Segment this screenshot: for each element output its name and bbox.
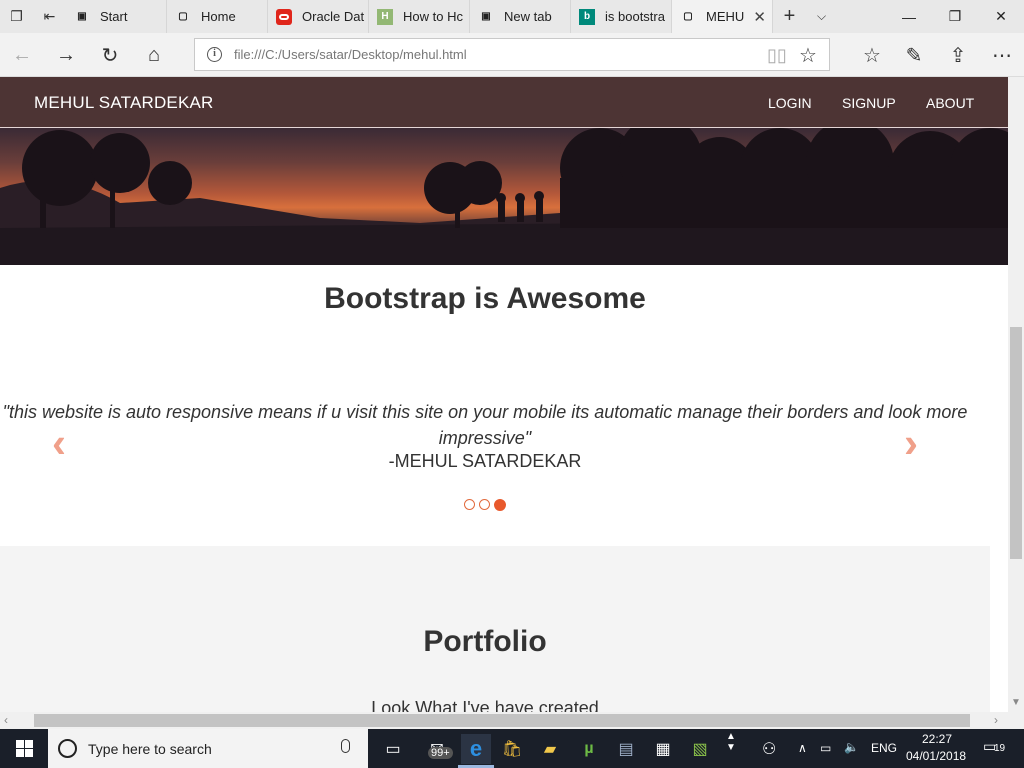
portfolio-section: Portfolio Look What I've have created [0, 546, 990, 712]
address-bar[interactable]: i file:///C:/Users/satar/Desktop/mehul.h… [194, 38, 830, 71]
utorrent-icon[interactable]: µ [574, 734, 604, 764]
tab-bing[interactable]: b is bootstra [571, 0, 672, 33]
tab-mehul-active[interactable]: ▢ MEHU ✕ [672, 0, 773, 33]
more-menu-icon[interactable]: ⋯ [988, 41, 1016, 69]
people-icon[interactable]: ⚇ [762, 739, 776, 759]
language-indicator[interactable]: ENG [871, 741, 897, 755]
new-tab-icon[interactable]: + [773, 0, 806, 33]
tab-label: Oracle Dat [302, 9, 365, 24]
cortana-icon [58, 739, 77, 758]
task-view-icon[interactable]: ▭ [378, 734, 408, 764]
scroll-right-icon[interactable]: › [994, 713, 998, 727]
browser-tab-strip: ❐ ⇤ ▣ Start ▢ Home Oracle Dat H How to H… [0, 0, 1024, 33]
nav-login-link[interactable]: LOGIN [768, 95, 812, 111]
hero-banner-image [0, 128, 1008, 265]
pen-icon[interactable]: ✎ [900, 41, 928, 69]
carousel-heading: Bootstrap is Awesome [324, 282, 646, 315]
mail-badge: 99+ [428, 747, 453, 759]
tab-previews-icon[interactable]: ❐ [0, 0, 33, 33]
file-explorer-icon[interactable]: ▰ [535, 734, 565, 764]
chevron-down-icon[interactable]: ⌵ [805, 0, 838, 33]
tab-label: New tab [504, 9, 552, 24]
site-navbar: MEHUL SATARDEKAR LOGIN SIGNUP ABOUT [0, 77, 1008, 128]
windows-logo-icon [15, 740, 33, 757]
nav-signup-link[interactable]: SIGNUP [842, 95, 896, 111]
tab-label: Home [201, 9, 236, 24]
wikihow-icon: H [377, 8, 393, 25]
scrollbar-thumb[interactable] [1010, 327, 1022, 559]
microphone-icon[interactable] [341, 739, 350, 753]
tab-oracle[interactable]: Oracle Dat [268, 0, 369, 33]
nav-about-link[interactable]: ABOUT [926, 95, 974, 111]
horizontal-scrollbar[interactable]: ‹ › [0, 712, 1024, 729]
tab-wikihow[interactable]: H How to Hc [369, 0, 470, 33]
volume-icon[interactable]: 🔈 [844, 740, 859, 754]
tab-label: How to Hc [403, 9, 463, 24]
page-icon: ▣ [481, 11, 491, 22]
carousel-indicator-dot[interactable] [494, 499, 506, 511]
set-tabs-aside-icon[interactable]: ⇤ [33, 0, 66, 33]
taskbar-scroll-icon[interactable]: ▲ ▼ [726, 731, 736, 753]
windows-start-button[interactable] [0, 729, 48, 768]
notification-count: 19 [994, 743, 1006, 754]
minimize-icon[interactable]: — [886, 0, 932, 33]
clock-time[interactable]: 22:27 [922, 732, 952, 746]
scrollbar-thumb[interactable] [34, 714, 970, 727]
sunset-silhouette-image [0, 128, 1008, 265]
url-text: file:///C:/Users/satar/Desktop/mehul.htm… [234, 47, 467, 62]
close-window-icon[interactable]: ✕ [978, 0, 1024, 33]
home-icon[interactable]: ⌂ [140, 41, 168, 69]
forward-arrow-icon[interactable]: → [52, 41, 80, 69]
search-placeholder: Type here to search [88, 741, 212, 757]
windows-taskbar: Type here to search ▭ ✉ 99+ e 🛍 ▰ µ ▤ ▦ … [0, 729, 1024, 768]
carousel-indicator-dot[interactable] [464, 499, 475, 510]
back-arrow-icon[interactable]: ← [8, 41, 36, 69]
page-icon: ▢ [683, 11, 693, 22]
vertical-scrollbar[interactable]: ▼ [1008, 77, 1024, 712]
tab-new-tab[interactable]: ▣ New tab [470, 0, 571, 33]
share-icon[interactable]: ⇪ [944, 41, 972, 69]
store-icon[interactable]: 🛍 [497, 734, 527, 764]
page-icon: ▢ [178, 11, 188, 22]
bing-icon: b [579, 8, 595, 25]
scroll-down-icon[interactable]: ▼ [1011, 697, 1021, 708]
tab-home[interactable]: ▢ Home [167, 0, 268, 33]
info-icon[interactable]: i [207, 47, 222, 62]
network-icon[interactable]: ▭ [820, 741, 831, 755]
tab-label: is bootstra [605, 9, 665, 24]
tab-label: MEHU [706, 9, 745, 24]
tab-start[interactable]: ▣ Start [66, 0, 167, 33]
calculator-icon[interactable]: ▦ [648, 734, 678, 764]
scroll-left-icon[interactable]: ‹ [4, 713, 8, 727]
carousel-quote: "this website is auto responsive means i… [2, 402, 968, 448]
refresh-icon[interactable]: ↻ [96, 41, 124, 69]
web-page: MEHUL SATARDEKAR LOGIN SIGNUP ABOUT Boot… [0, 77, 1008, 712]
favorite-star-icon[interactable]: ☆ [799, 43, 817, 68]
close-tab-icon[interactable]: ✕ [753, 8, 766, 26]
taskbar-search-box[interactable]: Type here to search [48, 729, 368, 768]
portfolio-subtitle: Look What I've have created [371, 698, 599, 712]
restore-icon[interactable]: ❐ [932, 0, 978, 33]
oracle-icon [276, 8, 292, 25]
reading-view-icon[interactable]: ▯▯ [767, 45, 787, 66]
chart-app-icon[interactable]: ▧ [685, 734, 715, 764]
clock-date[interactable]: 04/01/2018 [906, 749, 966, 763]
page-icon: ▣ [77, 11, 87, 22]
carousel-indicators [464, 499, 506, 511]
carousel-author: -MEHUL SATARDEKAR [388, 451, 582, 471]
browser-toolbar: ← → ↻ ⌂ i file:///C:/Users/satar/Desktop… [0, 33, 1024, 77]
edge-icon[interactable]: e [461, 734, 491, 764]
tab-label: Start [100, 9, 128, 24]
favorites-hub-icon[interactable]: ☆ [858, 41, 886, 69]
site-brand[interactable]: MEHUL SATARDEKAR [34, 93, 214, 113]
sql-tool-icon[interactable]: ▤ [611, 734, 641, 764]
portfolio-title: Portfolio [423, 625, 547, 658]
carousel-indicator-dot[interactable] [479, 499, 490, 510]
show-hidden-icons-chevron[interactable]: ∧ [798, 741, 807, 755]
